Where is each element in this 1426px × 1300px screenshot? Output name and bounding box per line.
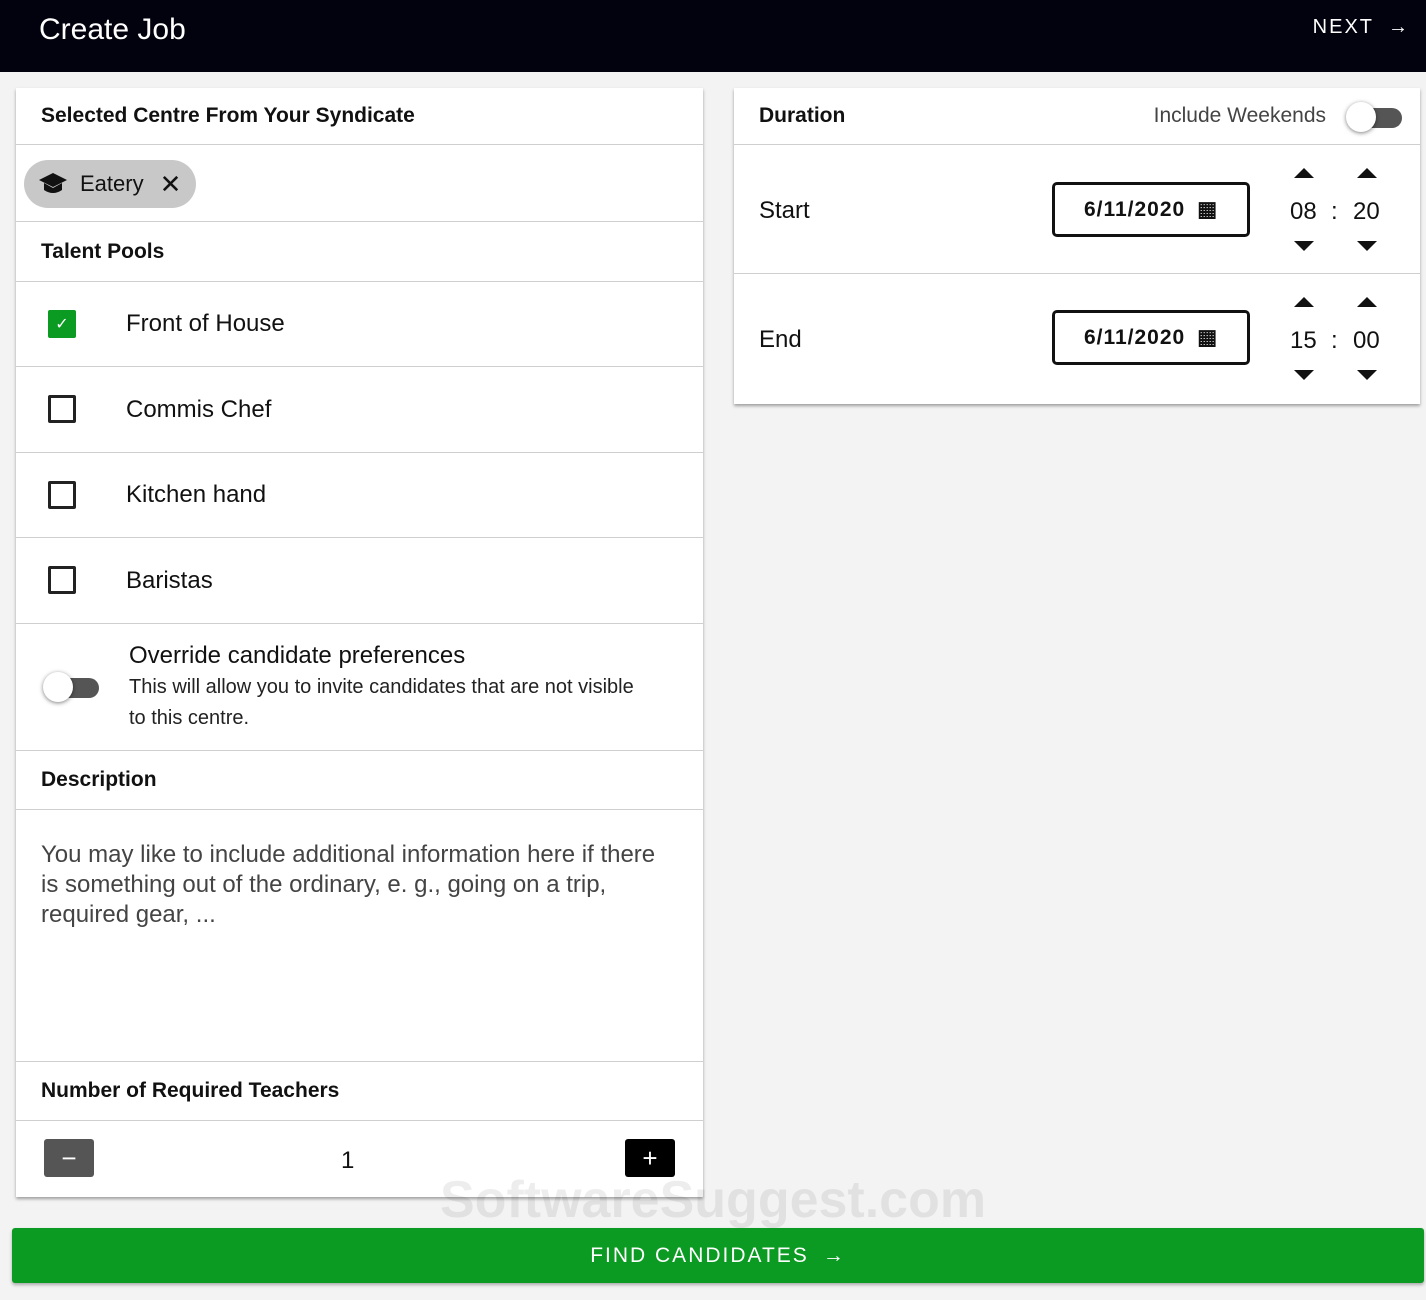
talent-pool-item[interactable]: Baristas: [16, 538, 703, 624]
start-row: Start 6/11/2020 ▦ 08 : 20: [734, 145, 1420, 274]
time-separator: :: [1331, 327, 1338, 355]
start-hour-down-icon[interactable]: [1294, 241, 1314, 251]
page-title: Create Job: [39, 13, 186, 47]
duration-heading: Duration: [759, 104, 845, 128]
weekends-toggle[interactable]: [1346, 100, 1404, 134]
talent-pool-item[interactable]: Kitchen hand: [16, 453, 703, 538]
weekends-label: Include Weekends: [1154, 104, 1326, 128]
end-date-value: 6/11/2020: [1084, 326, 1185, 350]
checkbox[interactable]: [48, 566, 76, 594]
override-description: This will allow you to invite candidates…: [129, 672, 649, 734]
centre-chip[interactable]: Eatery ✕: [24, 160, 196, 208]
decrement-button[interactable]: −: [44, 1139, 94, 1177]
calendar-icon: ▦: [1197, 325, 1218, 350]
talent-pool-item[interactable]: ✓ Front of House: [16, 282, 703, 367]
talent-pool-label: Baristas: [126, 567, 213, 595]
next-button[interactable]: NEXT →: [1313, 16, 1410, 39]
checkbox-checked[interactable]: ✓: [48, 310, 76, 338]
watermark: SoftwareSuggest.com: [440, 1170, 986, 1230]
talent-pool-label: Front of House: [126, 310, 285, 338]
start-minute[interactable]: 20: [1353, 198, 1380, 226]
graduation-cap-icon: [38, 171, 68, 197]
start-hour-up-icon[interactable]: [1294, 168, 1314, 178]
description-textarea[interactable]: You may like to include additional infor…: [16, 810, 703, 1062]
talent-pool-item[interactable]: Commis Chef: [16, 367, 703, 453]
arrow-right-icon: →: [1388, 16, 1410, 39]
start-minute-up-icon[interactable]: [1357, 168, 1377, 178]
end-hour-down-icon[interactable]: [1294, 370, 1314, 380]
centre-chip-label: Eatery: [80, 171, 144, 197]
override-row: Override candidate preferences This will…: [16, 624, 703, 751]
talent-pool-label: Commis Chef: [126, 396, 271, 424]
end-minute-up-icon[interactable]: [1357, 297, 1377, 307]
next-label: NEXT: [1313, 16, 1374, 39]
start-minute-down-icon[interactable]: [1357, 241, 1377, 251]
duration-card: Duration Include Weekends Start 6/11/202…: [734, 88, 1420, 404]
description-placeholder: You may like to include additional infor…: [41, 840, 671, 930]
remove-chip-icon[interactable]: ✕: [160, 169, 182, 200]
end-minute[interactable]: 00: [1353, 327, 1380, 355]
override-title: Override candidate preferences: [129, 642, 465, 670]
time-separator: :: [1331, 198, 1338, 226]
number-heading: Number of Required Teachers: [16, 1062, 703, 1121]
start-hour[interactable]: 08: [1290, 198, 1317, 226]
checkbox[interactable]: [48, 481, 76, 509]
find-candidates-label: FIND CANDIDATES: [590, 1244, 809, 1268]
centre-row: Eatery ✕: [16, 145, 703, 222]
start-label: Start: [759, 197, 810, 225]
end-label: End: [759, 326, 802, 354]
end-hour-up-icon[interactable]: [1294, 297, 1314, 307]
arrow-right-icon: →: [823, 1244, 846, 1268]
find-candidates-button[interactable]: FIND CANDIDATES →: [12, 1228, 1424, 1283]
checkbox[interactable]: [48, 395, 76, 423]
start-date-input[interactable]: 6/11/2020 ▦: [1052, 182, 1250, 237]
start-date-value: 6/11/2020: [1084, 198, 1185, 222]
end-date-input[interactable]: 6/11/2020 ▦: [1052, 310, 1250, 365]
end-row: End 6/11/2020 ▦ 15 : 00: [734, 274, 1420, 404]
duration-header: Duration Include Weekends: [734, 88, 1420, 145]
override-toggle[interactable]: [43, 670, 101, 704]
end-minute-down-icon[interactable]: [1357, 370, 1377, 380]
count-value: 1: [341, 1147, 354, 1175]
end-hour[interactable]: 15: [1290, 327, 1317, 355]
top-bar: Create Job NEXT →: [0, 0, 1426, 72]
talent-pool-label: Kitchen hand: [126, 481, 266, 509]
description-heading: Description: [16, 751, 703, 810]
centre-heading: Selected Centre From Your Syndicate: [16, 88, 703, 145]
talent-pools-heading: Talent Pools: [16, 222, 703, 282]
job-details-card: Selected Centre From Your Syndicate Eate…: [16, 88, 703, 1197]
calendar-icon: ▦: [1197, 197, 1218, 222]
